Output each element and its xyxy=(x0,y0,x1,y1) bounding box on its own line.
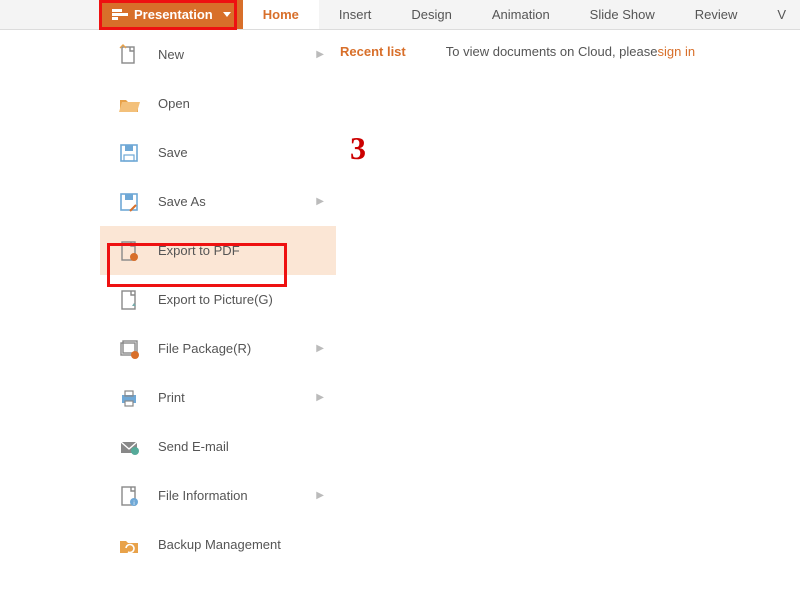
menu-item-save[interactable]: Save xyxy=(100,128,336,177)
menu-item-print[interactable]: Print ▶ xyxy=(100,373,336,422)
menu-label: Open xyxy=(158,96,324,111)
menu-item-send-email[interactable]: Send E-mail xyxy=(100,422,336,471)
menu-label: Print xyxy=(158,390,316,405)
menu-label: Send E-mail xyxy=(158,439,324,454)
menu-item-file-package[interactable]: File Package(R) ▶ xyxy=(100,324,336,373)
presentation-menu-button[interactable]: Presentation xyxy=(100,0,243,29)
menu-item-file-info[interactable]: i File Information ▶ xyxy=(100,471,336,520)
export-picture-icon xyxy=(118,289,140,311)
menu-label: Export to PDF xyxy=(158,243,324,258)
tab-home[interactable]: Home xyxy=(243,0,319,29)
left-spacer xyxy=(0,30,100,600)
menu-label: Export to Picture(G) xyxy=(158,292,324,307)
tab-design[interactable]: Design xyxy=(391,0,471,29)
email-icon xyxy=(118,436,140,458)
chevron-right-icon: ▶ xyxy=(316,196,324,207)
menu-label: New xyxy=(158,47,316,62)
menu-label: Save As xyxy=(158,194,316,209)
menu-item-save-as[interactable]: Save As ▶ xyxy=(100,177,336,226)
chevron-right-icon: ▶ xyxy=(316,490,324,501)
annotation-step-number: 3 xyxy=(350,130,366,167)
menu-label: File Information xyxy=(158,488,316,503)
save-as-icon xyxy=(118,191,140,213)
svg-text:i: i xyxy=(133,501,134,507)
file-info-icon: i xyxy=(118,485,140,507)
menu-label: File Package(R) xyxy=(158,341,316,356)
presentation-menu-label: Presentation xyxy=(134,7,213,22)
menu-item-export-picture[interactable]: Export to Picture(G) xyxy=(100,275,336,324)
menu-item-export-pdf[interactable]: Export to PDF xyxy=(100,226,336,275)
tab-insert[interactable]: Insert xyxy=(319,0,392,29)
content-panel: Recent list To view documents on Cloud, … xyxy=(336,30,800,600)
file-menu: New ▶ Open Save Save As ▶ xyxy=(100,30,336,600)
chevron-right-icon: ▶ xyxy=(316,392,324,403)
tab-review[interactable]: Review xyxy=(675,0,758,29)
caret-down-icon xyxy=(223,12,231,17)
print-icon xyxy=(118,387,140,409)
new-file-icon xyxy=(118,44,140,66)
sign-in-link[interactable]: sign in xyxy=(657,44,695,59)
chevron-right-icon: ▶ xyxy=(316,49,324,60)
tab-animation[interactable]: Animation xyxy=(472,0,570,29)
export-pdf-icon xyxy=(118,240,140,262)
menu-item-backup[interactable]: Backup Management xyxy=(100,520,336,569)
menu-item-open[interactable]: Open xyxy=(100,79,336,128)
tab-bar: Presentation Home Insert Design Animatio… xyxy=(0,0,800,30)
menu-label: Save xyxy=(158,145,324,160)
menu-label: Backup Management xyxy=(158,537,324,552)
menu-item-new[interactable]: New ▶ xyxy=(100,30,336,79)
recent-list-heading: Recent list xyxy=(340,44,406,59)
cloud-message: To view documents on Cloud, pleasesign i… xyxy=(446,44,695,59)
tab-slide-show[interactable]: Slide Show xyxy=(570,0,675,29)
open-folder-icon xyxy=(118,93,140,115)
backup-icon xyxy=(118,534,140,556)
chevron-right-icon: ▶ xyxy=(316,343,324,354)
file-package-icon xyxy=(118,338,140,360)
tab-view-cut[interactable]: V xyxy=(757,0,792,29)
save-icon xyxy=(118,142,140,164)
app-logo-icon xyxy=(112,9,128,21)
